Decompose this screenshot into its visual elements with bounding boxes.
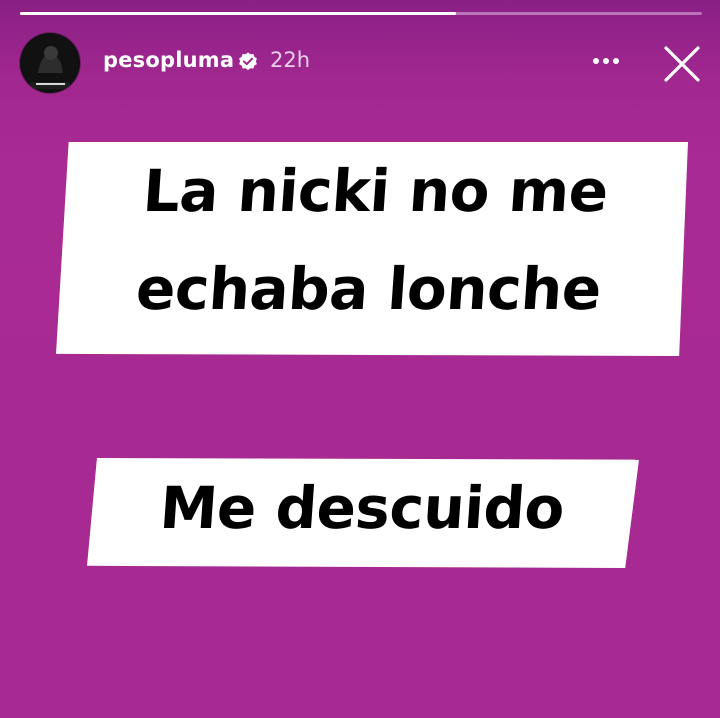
caption-2-line-1: Me descuido	[157, 474, 567, 542]
verified-badge-icon	[239, 52, 257, 71]
caption-text-1: La nicki no me echaba lonche	[55, 157, 690, 323]
more-options-button[interactable]	[586, 46, 626, 76]
close-button[interactable]	[660, 42, 704, 86]
story-viewer[interactable]: pesopluma 22h La nicki no me echaba lonc…	[0, 0, 720, 718]
username[interactable]: pesopluma	[103, 48, 234, 72]
story-progress-bar	[20, 12, 702, 15]
caption-1-line-1: La nicki no me	[140, 157, 611, 225]
avatar[interactable]	[20, 33, 80, 93]
caption-1-line-2: echaba lonche	[133, 255, 604, 323]
avatar-icon	[20, 33, 80, 93]
time-ago: 22h	[270, 48, 311, 72]
more-dots-icon	[593, 58, 619, 64]
caption-text-2: Me descuido	[86, 474, 638, 542]
close-icon	[664, 46, 700, 82]
story-progress-fill	[20, 12, 457, 15]
story-header: pesopluma 22h	[0, 30, 720, 96]
